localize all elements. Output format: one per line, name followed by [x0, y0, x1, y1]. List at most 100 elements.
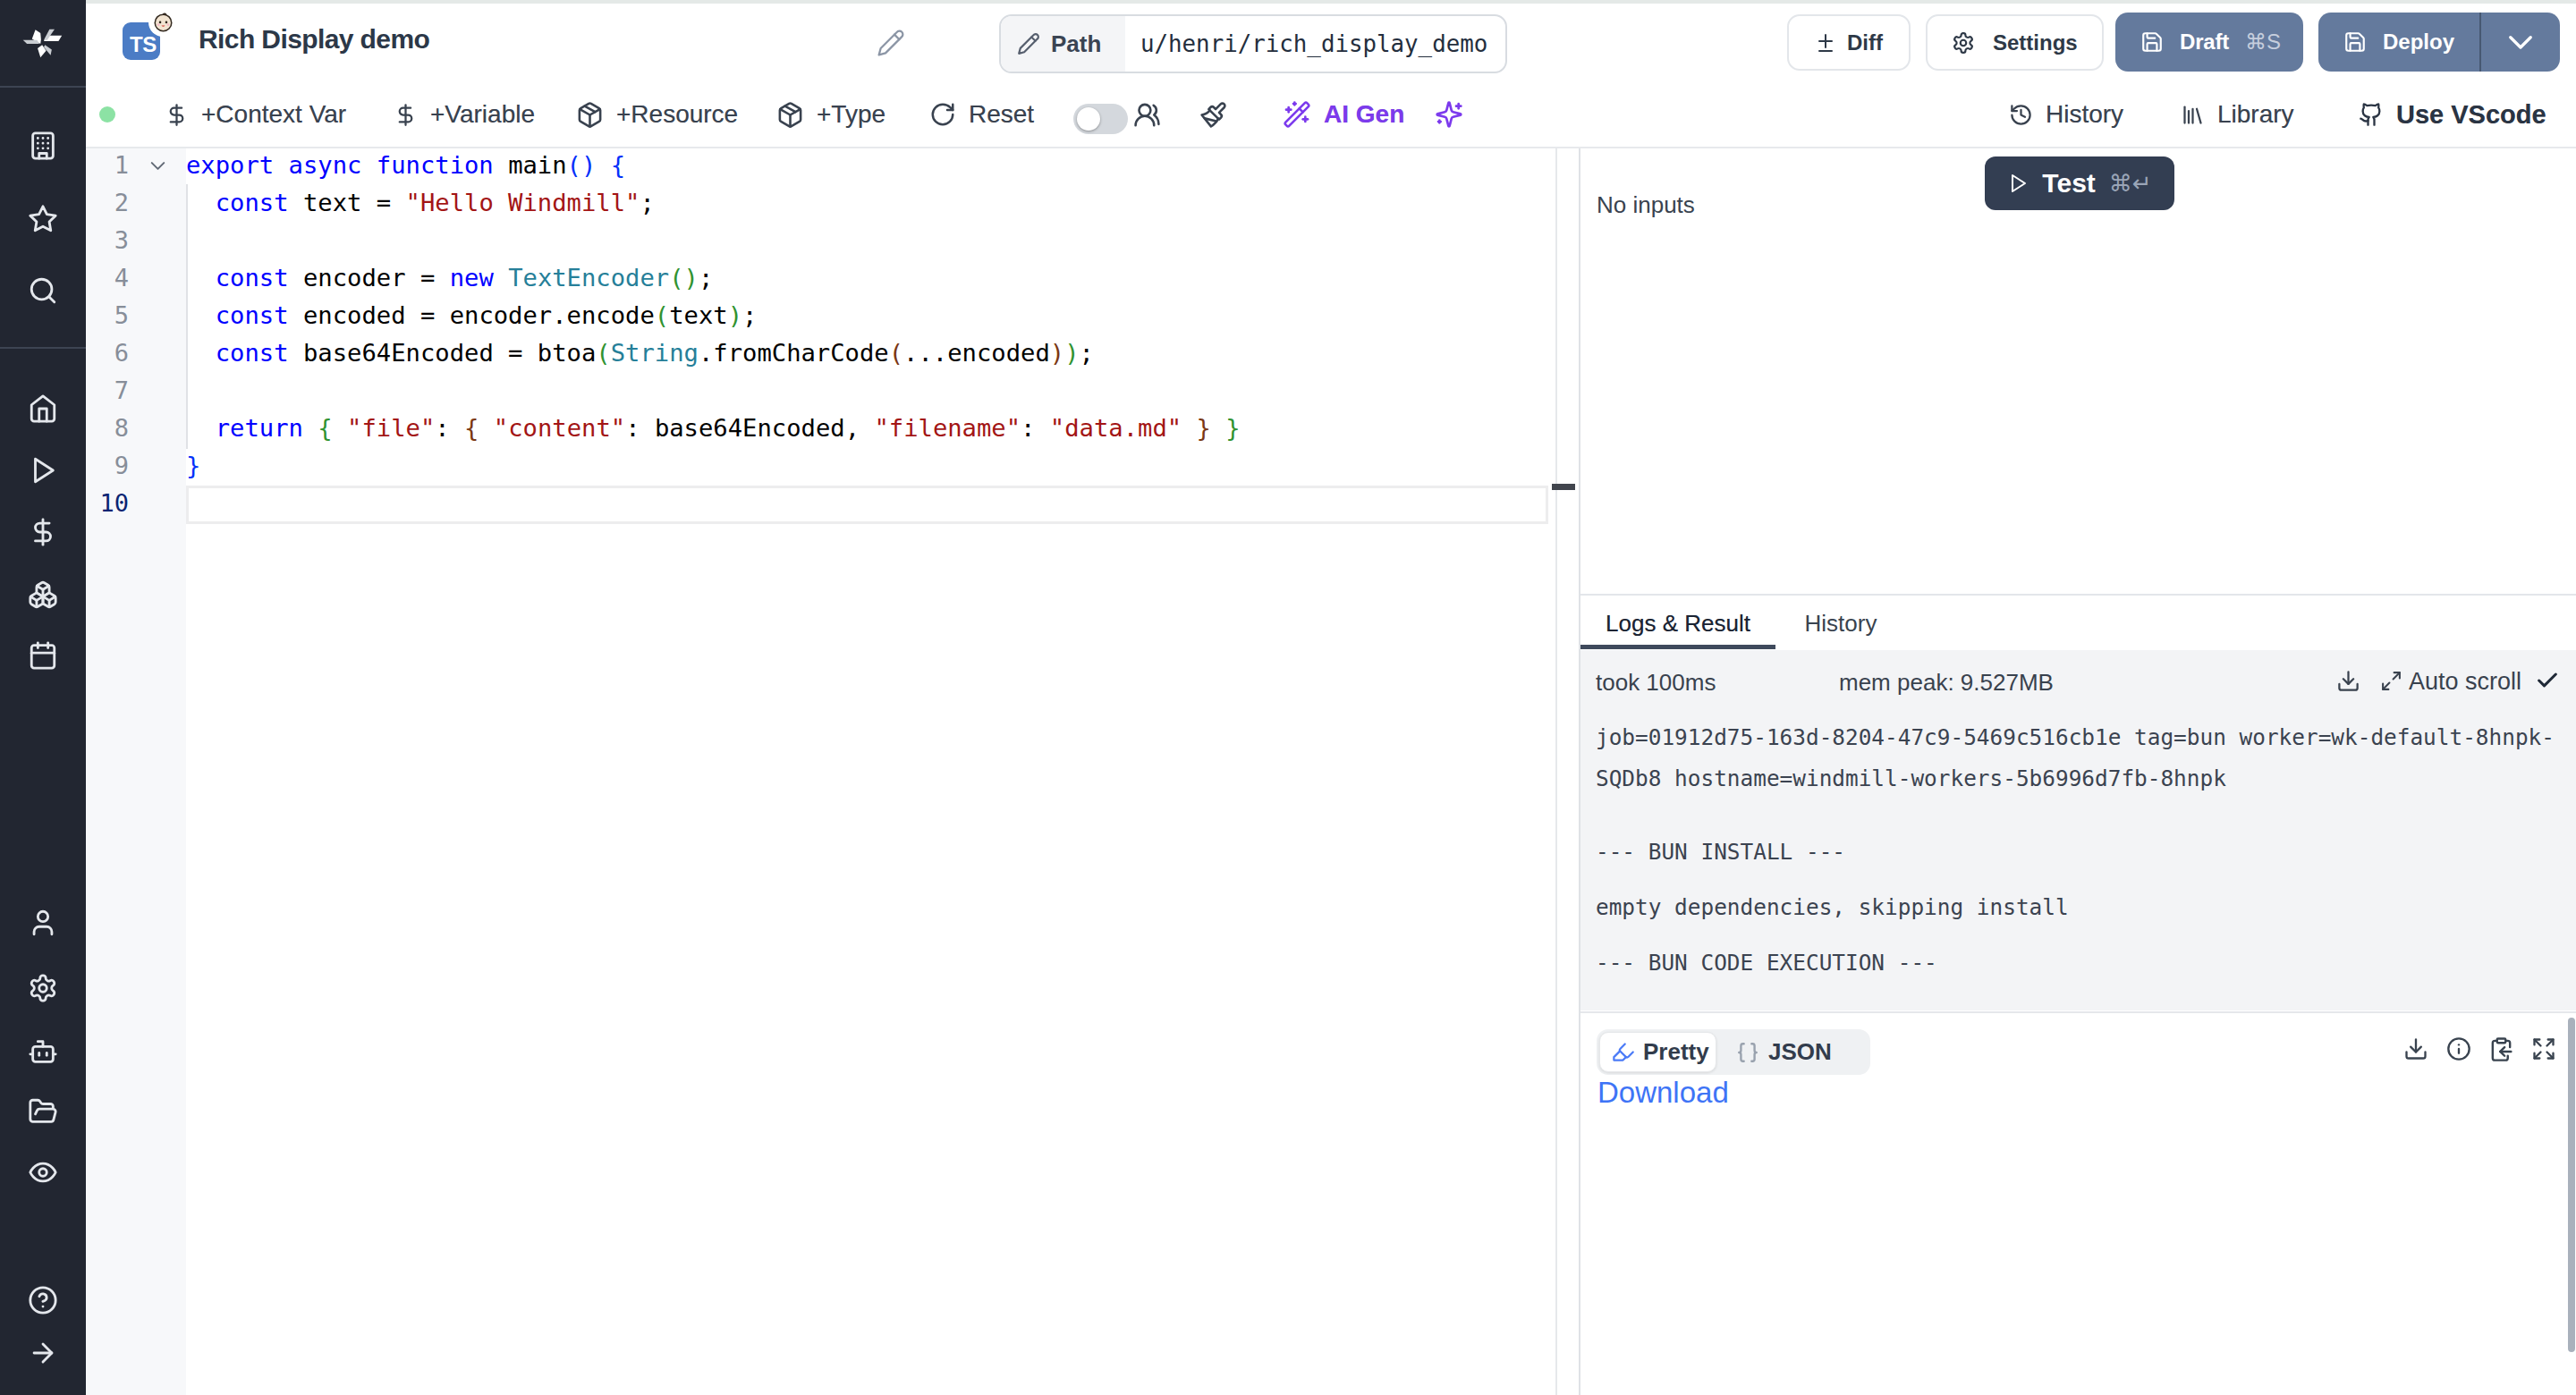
baby-emoji-icon: [153, 12, 174, 32]
sidebar-item-help[interactable]: [25, 1282, 61, 1318]
code-line-5[interactable]: const encoded = encoder.encode(text);: [186, 297, 757, 334]
download-file-link[interactable]: Download: [1597, 1076, 1729, 1110]
code-line-8[interactable]: return { "file": { "content": base64Enco…: [186, 410, 1241, 447]
pencil-icon: [1017, 32, 1040, 55]
sidebar-item-users[interactable]: [25, 905, 61, 941]
diff-button[interactable]: Diff: [1787, 14, 1911, 71]
collaborators-button[interactable]: [1133, 93, 1161, 136]
code-line-4[interactable]: const encoder = new TextEncoder();: [186, 259, 713, 297]
calendar-icon: [28, 640, 58, 671]
add-type-button[interactable]: +Type: [776, 93, 886, 136]
top-strip: [86, 0, 2576, 4]
ai-gen-button[interactable]: AI Gen: [1283, 93, 1404, 136]
use-vscode-button[interactable]: Use VScode: [2359, 93, 2546, 136]
tab-logs-result[interactable]: Logs & Result: [1580, 610, 1775, 638]
code-line-1[interactable]: export async function main() {: [186, 147, 625, 184]
save-icon: [2140, 30, 2164, 54]
sidebar-item-home[interactable]: [25, 391, 61, 427]
result-info-button[interactable]: [2446, 1036, 2471, 1061]
add-variable-button[interactable]: +Variable: [394, 93, 535, 136]
add-resource-label: +Resource: [616, 100, 738, 129]
pencil-icon: [877, 29, 905, 57]
tab-history[interactable]: History: [1775, 610, 1906, 638]
result-scrollbar[interactable]: [2568, 1018, 2575, 1352]
json-tab[interactable]: JSON: [1736, 1032, 1832, 1072]
log-line: --- BUN CODE EXECUTION ---: [1596, 950, 1937, 976]
code-line-9[interactable]: }: [186, 447, 200, 485]
deploy-dropdown-button[interactable]: [2481, 26, 2560, 58]
folder-open-icon: [28, 1096, 58, 1127]
diff-button-label: Diff: [1847, 30, 1883, 55]
edit-title-pencil-icon[interactable]: [877, 29, 905, 57]
save-icon: [2343, 30, 2367, 54]
download-logs-button[interactable]: [2336, 669, 2360, 693]
brush-icon: [1199, 101, 1227, 129]
users-icon: [1133, 101, 1161, 129]
check-icon: [2535, 668, 2560, 693]
settings-button[interactable]: Settings: [1926, 14, 2104, 71]
sidebar-item-search[interactable]: [25, 273, 61, 309]
download-result-button[interactable]: [2403, 1036, 2428, 1061]
fold-chevron-icon[interactable]: [146, 154, 170, 182]
line-number: 10: [86, 485, 129, 522]
sidebar-item-schedules[interactable]: [25, 638, 61, 673]
right-panel-divider: [1580, 594, 2576, 596]
sidebar-item-runs[interactable]: [25, 452, 61, 488]
sidebar-item-settings[interactable]: [25, 970, 61, 1006]
expand-logs-button[interactable]: [2380, 670, 2402, 692]
code-line-6[interactable]: const base64Encoded = btoa(String.fromCh…: [186, 334, 1094, 372]
maximize-icon: [2380, 670, 2402, 692]
path-input-group[interactable]: Path u/henri/rich_display_demo: [999, 14, 1507, 73]
test-button[interactable]: Test ⌘↵: [1985, 156, 2174, 210]
sidebar-item-workspace[interactable]: [25, 128, 61, 164]
sidebar-item-workers[interactable]: [25, 1034, 61, 1070]
path-value[interactable]: u/henri/rich_display_demo: [1125, 30, 1487, 57]
ai-sparkles-button[interactable]: [1435, 93, 1463, 136]
diff-mode-toggle[interactable]: [1073, 104, 1128, 134]
chevron-down-icon: [2504, 26, 2537, 58]
current-line-highlight: [186, 486, 1548, 524]
windmill-logo-icon[interactable]: [23, 24, 63, 63]
library-button[interactable]: Library: [2181, 93, 2294, 136]
draft-button-label: Draft: [2180, 30, 2229, 55]
history-button[interactable]: History: [2009, 93, 2123, 136]
github-icon: [2359, 102, 2384, 127]
deploy-button[interactable]: Deploy: [2318, 30, 2479, 55]
dollar-sign-icon: [28, 517, 58, 547]
eye-icon: [28, 1157, 58, 1188]
expand-result-button[interactable]: [2531, 1036, 2556, 1061]
magic-wand-icon: [1283, 100, 1311, 129]
sidebar-item-resources[interactable]: [25, 577, 61, 613]
diff-icon: [1815, 32, 1836, 54]
line-number: 3: [86, 222, 129, 259]
add-resource-button[interactable]: +Resource: [576, 93, 738, 136]
robot-icon: [28, 1036, 58, 1067]
save-icon: [2140, 30, 2164, 54]
sidebar-item-variables[interactable]: [25, 514, 61, 550]
sidebar-item-expand[interactable]: [25, 1335, 61, 1371]
dollar-sign-icon: [394, 103, 418, 127]
sidebar-item-favorites[interactable]: [25, 201, 61, 237]
path-label-segment[interactable]: Path: [1001, 16, 1125, 72]
pretty-tab[interactable]: Pretty: [1599, 1032, 1716, 1072]
add-variable-label: +Variable: [430, 100, 535, 129]
sidebar-item-audit-logs[interactable]: [25, 1154, 61, 1190]
auto-scroll-checkbox[interactable]: [2535, 668, 2560, 693]
code-line-2[interactable]: const text = "Hello Windmill";: [186, 184, 655, 222]
result-top-border: [1580, 1011, 2576, 1013]
package-icon: [776, 101, 804, 129]
add-context-var-button[interactable]: +Context Var: [165, 93, 346, 136]
reset-button[interactable]: Reset: [929, 93, 1034, 136]
line-number: 9: [86, 447, 129, 485]
copy-result-button[interactable]: [2488, 1036, 2514, 1062]
line-number: 5: [86, 297, 129, 334]
test-shortcut: ⌘↵: [2109, 170, 2152, 198]
clipboard-copy-icon: [2488, 1036, 2514, 1062]
sidebar-item-folders[interactable]: [25, 1094, 61, 1129]
format-button[interactable]: [1199, 93, 1227, 136]
ai-gen-label: AI Gen: [1324, 100, 1404, 129]
draft-button[interactable]: Draft ⌘S: [2115, 13, 2303, 72]
download-icon: [2336, 669, 2360, 693]
no-inputs-text: No inputs: [1597, 191, 1695, 219]
line-number: 2: [86, 184, 129, 222]
